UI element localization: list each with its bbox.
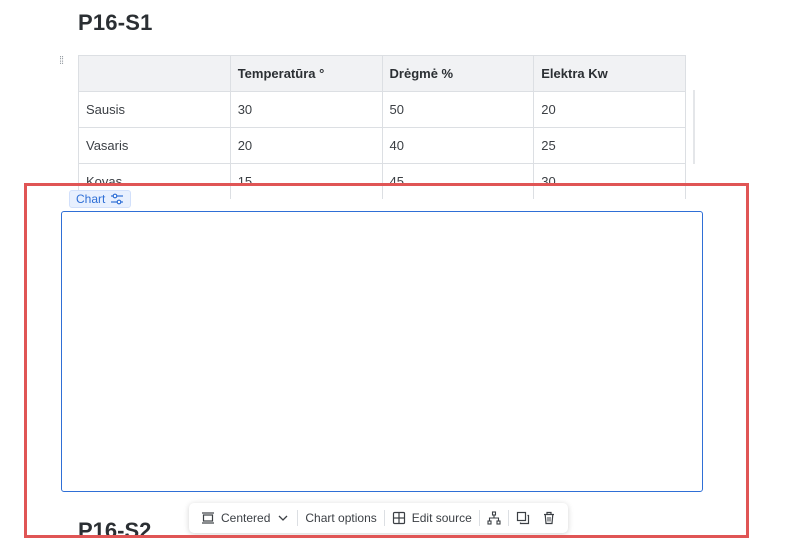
table-cell[interactable]: Vasaris bbox=[78, 127, 231, 164]
chart-options-label: Chart options bbox=[305, 511, 377, 525]
table-row: Kovas 15 45 30 bbox=[78, 163, 686, 199]
table-header-cell[interactable]: Elektra Kw bbox=[533, 55, 686, 92]
edit-source-label: Edit source bbox=[411, 511, 472, 525]
table-cell[interactable]: 50 bbox=[381, 91, 535, 128]
hierarchy-icon bbox=[487, 511, 501, 525]
table-header-cell[interactable] bbox=[78, 55, 231, 92]
table-viewport: Temperatūra ° Drėgmė % Elektra Kw Sausis… bbox=[0, 0, 789, 199]
table-cell[interactable]: 45 bbox=[381, 163, 535, 199]
table-cell[interactable]: Sausis bbox=[78, 91, 231, 128]
table-row: Vasaris 20 40 25 bbox=[78, 127, 686, 164]
table-cell[interactable]: 25 bbox=[533, 127, 686, 164]
data-table: Temperatūra ° Drėgmė % Elektra Kw Sausis… bbox=[78, 55, 686, 199]
align-dropdown[interactable]: Centered bbox=[195, 507, 296, 529]
sliders-icon bbox=[111, 193, 124, 205]
chart-options-button[interactable]: Chart options bbox=[299, 507, 382, 529]
table-header-cell[interactable]: Drėgmė % bbox=[381, 55, 535, 92]
table-row: Sausis 30 50 20 bbox=[78, 91, 686, 128]
toolbar-divider bbox=[478, 510, 480, 526]
table-cell[interactable]: 15 bbox=[229, 163, 383, 199]
delete-button[interactable] bbox=[536, 507, 562, 529]
table-grid-icon bbox=[392, 511, 405, 525]
table-header-row: Temperatūra ° Drėgmė % Elektra Kw bbox=[78, 55, 686, 92]
table-scrollbar[interactable] bbox=[693, 90, 695, 164]
align-dropdown-label: Centered bbox=[221, 511, 271, 525]
edit-source-button[interactable]: Edit source bbox=[386, 507, 478, 529]
chevron-down-icon bbox=[278, 515, 288, 521]
table-cell[interactable]: 40 bbox=[381, 127, 535, 164]
chart-canvas[interactable] bbox=[61, 211, 703, 492]
toolbar-divider bbox=[507, 510, 509, 526]
duplicate-button[interactable] bbox=[510, 507, 536, 529]
toolbar-divider bbox=[297, 510, 299, 526]
page-heading-s2: P16-S2 bbox=[78, 518, 152, 540]
align-center-icon bbox=[202, 512, 214, 524]
trash-icon bbox=[543, 511, 554, 525]
table-cell[interactable]: 20 bbox=[533, 91, 686, 128]
hierarchy-button[interactable] bbox=[481, 507, 507, 529]
table-cell[interactable]: 30 bbox=[229, 91, 383, 128]
table-cell[interactable]: 30 bbox=[533, 163, 686, 199]
toolbar-divider bbox=[383, 510, 385, 526]
table-cell[interactable]: 20 bbox=[229, 127, 383, 164]
chart-tag-label: Chart bbox=[76, 192, 106, 206]
chart-tag-button[interactable]: Chart bbox=[69, 190, 132, 208]
table-header-cell[interactable]: Temperatūra ° bbox=[229, 55, 383, 92]
chart-toolbar: Centered Chart options Edit source bbox=[189, 503, 568, 533]
copy-icon bbox=[516, 511, 529, 525]
